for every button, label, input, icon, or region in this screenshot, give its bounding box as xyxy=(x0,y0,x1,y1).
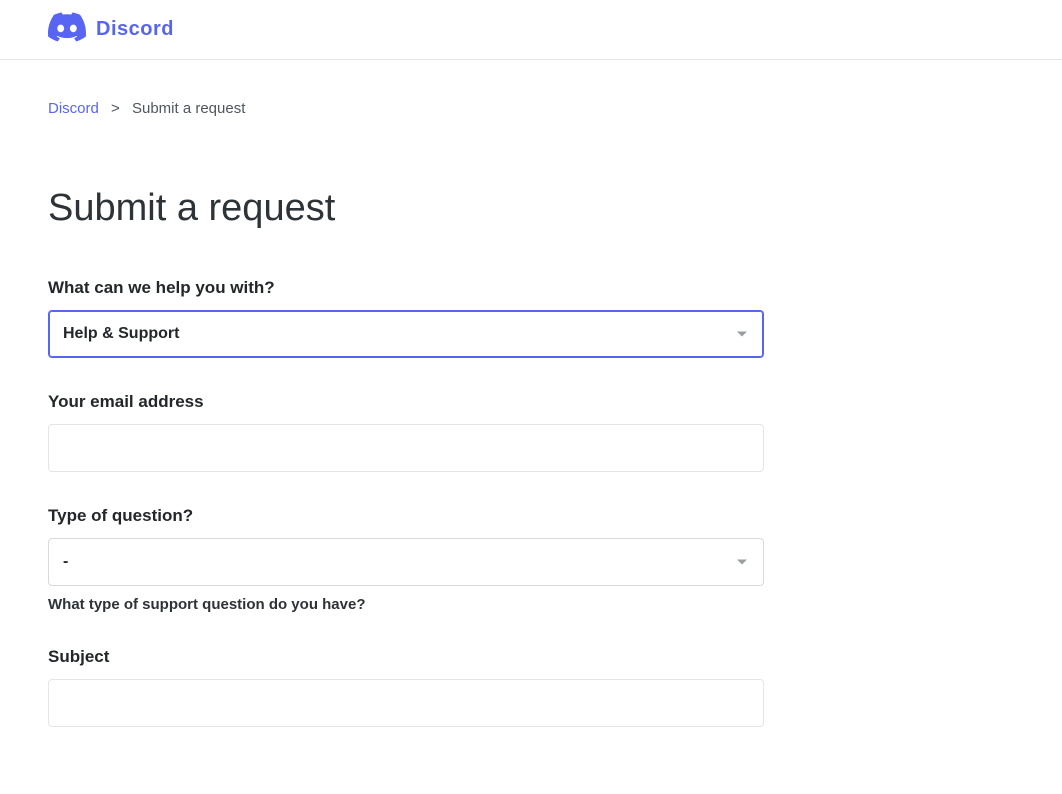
help-with-select[interactable]: Help & Support xyxy=(48,310,764,358)
breadcrumb-current: Submit a request xyxy=(132,100,245,117)
breadcrumb: Discord > Submit a request xyxy=(48,100,764,117)
main-content: Discord > Submit a request Submit a requ… xyxy=(0,60,812,727)
email-group: Your email address xyxy=(48,392,764,472)
subject-label: Subject xyxy=(48,647,764,667)
page-title: Submit a request xyxy=(48,187,764,230)
help-with-selected-value: Help & Support xyxy=(63,325,179,343)
question-type-selected-value: - xyxy=(63,553,68,571)
breadcrumb-root-link[interactable]: Discord xyxy=(48,100,99,117)
discord-logo-icon xyxy=(48,12,86,47)
header: Discord xyxy=(0,0,1062,60)
help-with-group: What can we help you with? Help & Suppor… xyxy=(48,278,764,358)
question-type-group: Type of question? - What type of support… xyxy=(48,506,764,613)
question-type-select[interactable]: - xyxy=(48,538,764,586)
subject-group: Subject xyxy=(48,647,764,727)
chevron-down-icon xyxy=(737,560,747,565)
logo[interactable]: Discord xyxy=(48,12,174,47)
chevron-down-icon xyxy=(737,332,747,337)
question-type-help-text: What type of support question do you hav… xyxy=(48,596,764,613)
subject-field[interactable] xyxy=(48,679,764,727)
help-with-label: What can we help you with? xyxy=(48,278,764,298)
breadcrumb-separator: > xyxy=(111,100,120,117)
brand-text: Discord xyxy=(96,18,174,41)
question-type-label: Type of question? xyxy=(48,506,764,526)
email-field[interactable] xyxy=(48,424,764,472)
email-label: Your email address xyxy=(48,392,764,412)
